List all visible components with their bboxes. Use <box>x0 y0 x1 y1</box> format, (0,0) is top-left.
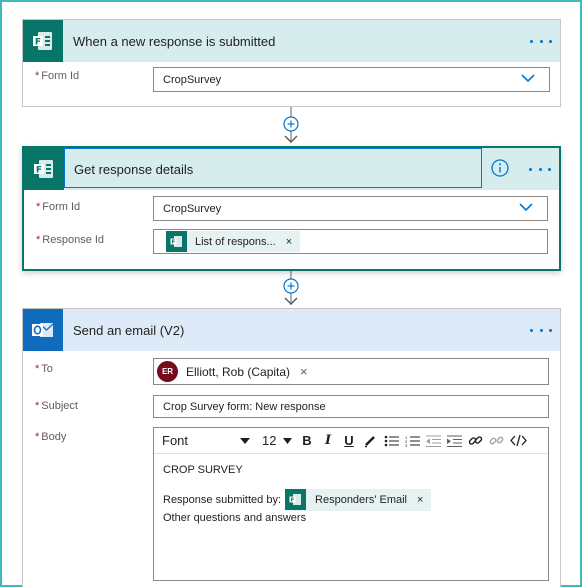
subject-input[interactable]: Crop Survey form: New response <box>153 395 549 418</box>
font-size-value: 12 <box>262 433 277 448</box>
italic-icon[interactable]: I <box>319 433 337 448</box>
caret-down-icon <box>283 437 292 444</box>
recipient-chip[interactable]: ER Elliott, Rob (Capita) × <box>157 361 308 382</box>
dynamic-content-token[interactable]: F List of respons... × <box>166 231 301 252</box>
svg-text:F: F <box>35 38 41 48</box>
get-response-header[interactable]: F Get response details <box>24 148 559 190</box>
more-options-icon[interactable] <box>530 32 552 50</box>
font-size-dropdown[interactable]: 12 <box>262 433 292 448</box>
decrease-indent-icon[interactable] <box>424 435 442 447</box>
highlight-pen-icon[interactable] <box>361 434 379 448</box>
body-line-submitted: Response submitted by: F Responders' Ema… <box>163 488 548 511</box>
remove-recipient-icon[interactable]: × <box>300 364 308 379</box>
font-family-dropdown[interactable]: Font <box>162 433 254 448</box>
forms-token-icon: F <box>166 231 187 252</box>
underline-icon[interactable]: U <box>340 433 358 448</box>
rich-text-toolbar: Font 12 B I U 123 <box>154 428 548 454</box>
numbered-list-icon[interactable]: 123 <box>403 435 421 447</box>
form-id-value: CropSurvey <box>163 202 222 215</box>
chevron-down-icon <box>521 74 535 83</box>
body-line-title: CROP SURVEY <box>163 464 243 476</box>
to-label: * To <box>35 363 53 375</box>
send-email-card[interactable]: Send an email (V2) * To ER Elliott, Rob (… <box>22 308 561 587</box>
subject-label: * Subject <box>35 400 78 412</box>
svg-text:F: F <box>36 166 42 176</box>
trigger-card[interactable]: F When a new response is submitted * Form… <box>22 19 561 107</box>
svg-text:3: 3 <box>405 443 408 447</box>
link-icon[interactable] <box>466 433 484 448</box>
svg-text:F: F <box>172 240 176 246</box>
body-line-other: Other questions and answers <box>163 512 307 524</box>
bulleted-list-icon[interactable] <box>382 435 400 447</box>
remove-token-icon[interactable]: × <box>286 236 292 248</box>
body-content[interactable]: CROP SURVEY Response submitted by: F Res… <box>154 454 548 524</box>
more-options-icon[interactable] <box>530 321 552 339</box>
form-id-label: * Form Id <box>35 70 80 82</box>
recipient-name: Elliott, Rob (Capita) <box>186 364 291 379</box>
body-editor[interactable]: Font 12 B I U 123 CROP SURVEY Response s… <box>153 427 549 581</box>
token-label: List of respons... <box>195 235 276 248</box>
form-id-value: CropSurvey <box>163 73 222 86</box>
code-view-icon[interactable] <box>508 434 528 447</box>
send-email-header[interactable]: Send an email (V2) <box>23 309 560 351</box>
font-family-value: Font <box>162 433 189 448</box>
outlook-icon <box>23 309 63 351</box>
body-label: * Body <box>35 431 67 443</box>
increase-indent-icon[interactable] <box>445 435 463 447</box>
forms-icon: F <box>23 20 63 62</box>
unlink-icon[interactable] <box>487 433 505 448</box>
submitted-by-text: Response submitted by: <box>163 493 282 506</box>
form-id-dropdown[interactable]: CropSurvey <box>153 67 550 92</box>
form-id-label: * Form Id <box>36 201 81 213</box>
svg-text:F: F <box>291 498 295 504</box>
response-id-label: * Response Id <box>36 234 105 246</box>
info-icon[interactable] <box>490 158 510 178</box>
send-email-title: Send an email (V2) <box>73 322 185 338</box>
get-response-card[interactable]: F Get response details * Form Id CropSurv… <box>22 146 561 271</box>
dynamic-content-token[interactable]: F Responders' Email × <box>285 488 432 511</box>
to-field[interactable]: ER Elliott, Rob (Capita) × <box>153 358 549 385</box>
form-id-dropdown[interactable]: CropSurvey <box>153 196 548 221</box>
trigger-title: When a new response is submitted <box>73 33 276 49</box>
forms-token-icon: F <box>285 489 307 510</box>
token-label: Responders' Email <box>315 493 407 506</box>
bold-icon[interactable]: B <box>298 433 316 448</box>
add-step-connector[interactable] <box>281 271 301 309</box>
title-focus-outline <box>64 148 482 188</box>
remove-token-icon[interactable]: × <box>417 494 423 506</box>
forms-icon: F <box>24 148 64 190</box>
subject-value: Crop Survey form: New response <box>163 400 326 413</box>
add-step-connector[interactable] <box>281 107 301 147</box>
response-id-field[interactable]: F List of respons... × <box>153 229 548 254</box>
avatar: ER <box>157 361 178 382</box>
chevron-down-icon <box>519 203 533 212</box>
caret-down-icon <box>240 437 250 444</box>
more-options-icon[interactable] <box>529 160 551 178</box>
trigger-header[interactable]: F When a new response is submitted <box>23 20 560 62</box>
